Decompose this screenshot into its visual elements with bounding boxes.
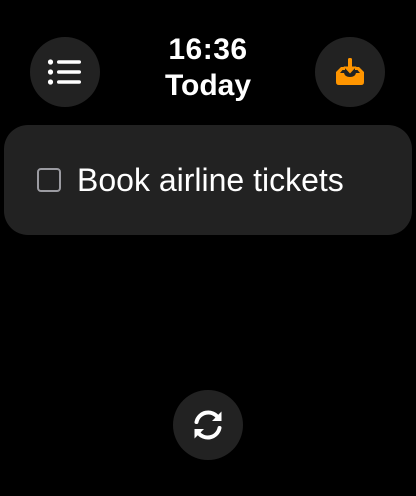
menu-button[interactable] bbox=[30, 37, 100, 107]
page-title: Today bbox=[164, 69, 252, 102]
task-item[interactable]: Book airline tickets bbox=[4, 125, 412, 235]
sync-arrows-icon bbox=[188, 405, 228, 445]
sync-button[interactable] bbox=[173, 390, 243, 460]
list-icon bbox=[47, 58, 83, 86]
header: 16:36 Today bbox=[108, 32, 308, 104]
clock-time: 16:36 bbox=[168, 33, 248, 66]
task-label: Book airline tickets bbox=[77, 162, 344, 198]
inbox-button[interactable] bbox=[315, 37, 385, 107]
task-checkbox[interactable] bbox=[37, 168, 61, 192]
inbox-download-icon bbox=[333, 57, 367, 87]
